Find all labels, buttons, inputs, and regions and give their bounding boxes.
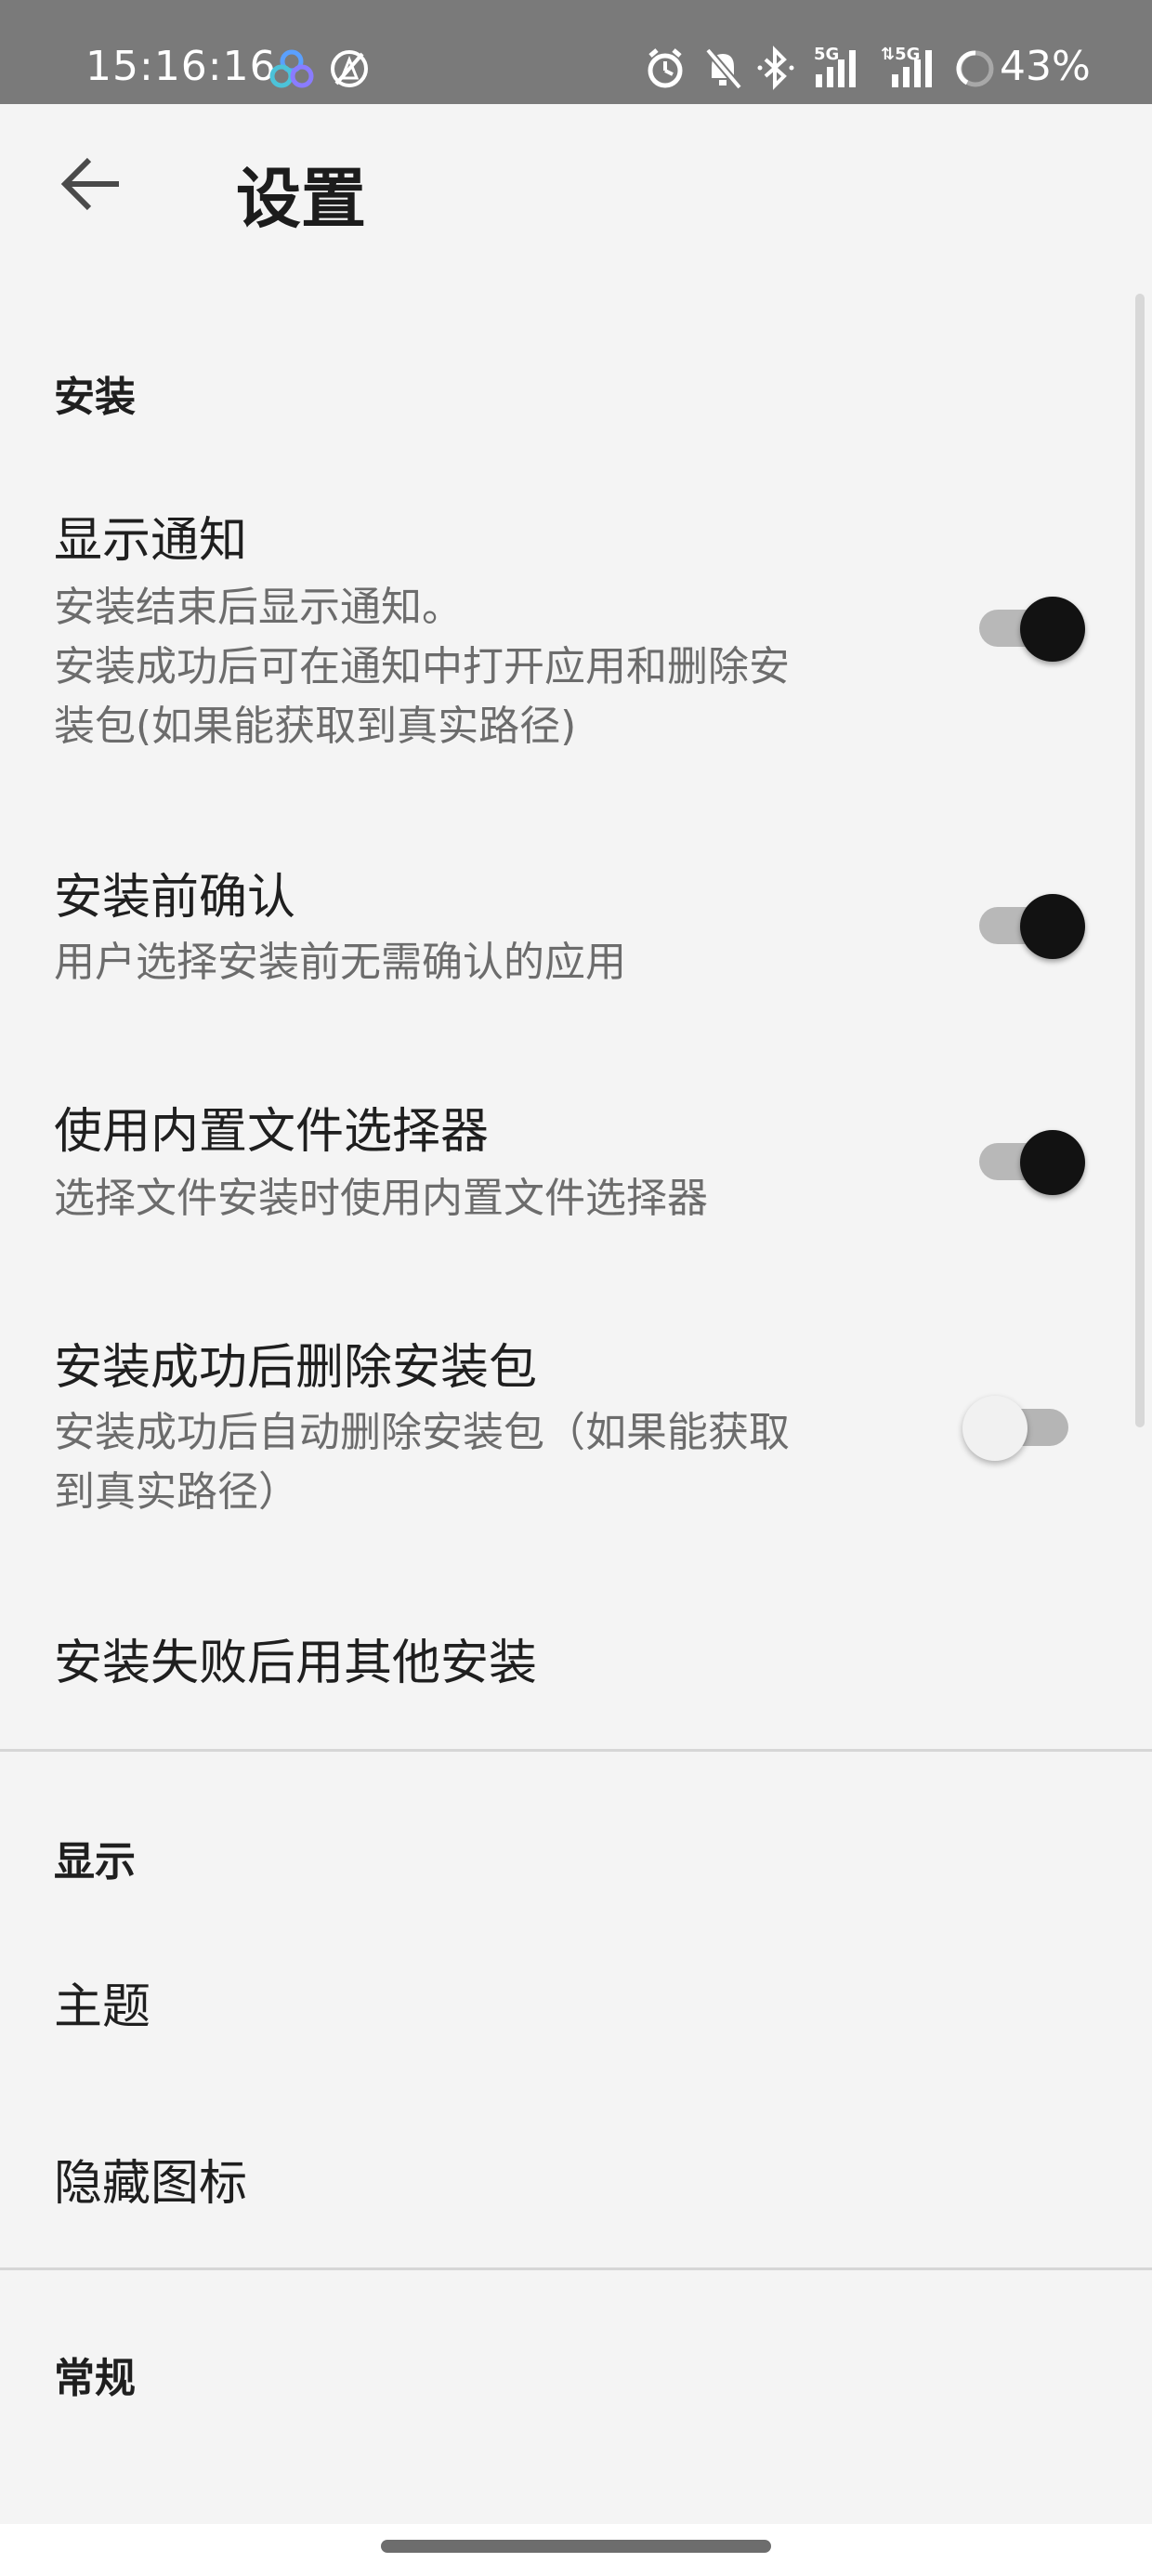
pref-fallback-installer[interactable]: 安装失败后用其他安装: [54, 1630, 537, 1697]
toggle-switch-builtin-file-picker[interactable]: [966, 1123, 1087, 1197]
alarm-icon: [648, 48, 683, 88]
svg-text:5G: 5G: [814, 45, 839, 64]
status-time: 15:16:16: [85, 43, 277, 90]
summary-line: 选择文件安装时使用内置文件选择器: [54, 1175, 708, 1222]
home-indicator[interactable]: [381, 2540, 771, 2553]
signal-5g-2-icon: ⇅5G: [881, 45, 932, 87]
pref-summary: 安装结束后显示通知。 安装成功后可在通知中打开应用和删除安 装包(如果能获取到真…: [54, 578, 890, 756]
battery-ring-icon: [956, 50, 994, 87]
pref-title: 使用内置文件选择器: [54, 1104, 490, 1160]
pref-hide-icon[interactable]: 隐藏图标: [54, 2150, 247, 2217]
page-title: 设置: [236, 161, 366, 237]
signal-5g-1-icon: 5G: [814, 45, 856, 87]
section-header-install: 安装: [54, 374, 136, 421]
pref-summary: 选择文件安装时使用内置文件选择器: [54, 1169, 890, 1229]
pref-title: 显示通知: [54, 513, 248, 569]
back-button[interactable]: [48, 139, 137, 229]
summary-line: 安装成功后自动删除安装包（如果能获取: [54, 1409, 790, 1456]
summary-line: 到真实路径）: [54, 1468, 299, 1516]
pref-summary: 用户选择安装前无需确认的应用: [54, 933, 890, 992]
battery-percent: 43%: [1000, 43, 1091, 90]
summary-line: 安装结束后显示通知。: [54, 584, 463, 631]
section-divider: [0, 1749, 1152, 1752]
toggle-switch-confirm-before-install[interactable]: [966, 887, 1087, 961]
summary-line: 安装成功后可在通知中打开应用和删除安: [54, 643, 790, 690]
app-cloud-icon: [269, 49, 314, 88]
scrollbar[interactable]: [1135, 294, 1145, 1427]
pref-theme[interactable]: 主题: [54, 1974, 151, 2041]
mute-icon: [704, 47, 743, 90]
app-bar: [0, 104, 1152, 290]
summary-line: 用户选择安装前无需确认的应用: [54, 939, 626, 986]
pref-title: 安装成功后删除安装包: [54, 1340, 538, 1396]
bluetooth-icon: [757, 46, 794, 90]
no-location-icon: [331, 50, 368, 87]
section-divider: [0, 2267, 1152, 2270]
arrow-back-icon: [60, 157, 119, 211]
section-header-general: 常规: [54, 2355, 136, 2402]
toggle-switch-show-notification[interactable]: [966, 589, 1087, 664]
pref-title: 安装前确认: [54, 870, 296, 926]
toggle-switch-delete-package[interactable]: [962, 1388, 1087, 1463]
summary-line: 装包(如果能获取到真实路径): [54, 703, 577, 750]
section-header-display: 显示: [54, 1838, 136, 1886]
status-bar: 15:16:16 5G ⇅5G 43%: [0, 0, 1152, 104]
pref-summary: 安装成功后自动删除安装包（如果能获取 到真实路径）: [54, 1403, 890, 1522]
